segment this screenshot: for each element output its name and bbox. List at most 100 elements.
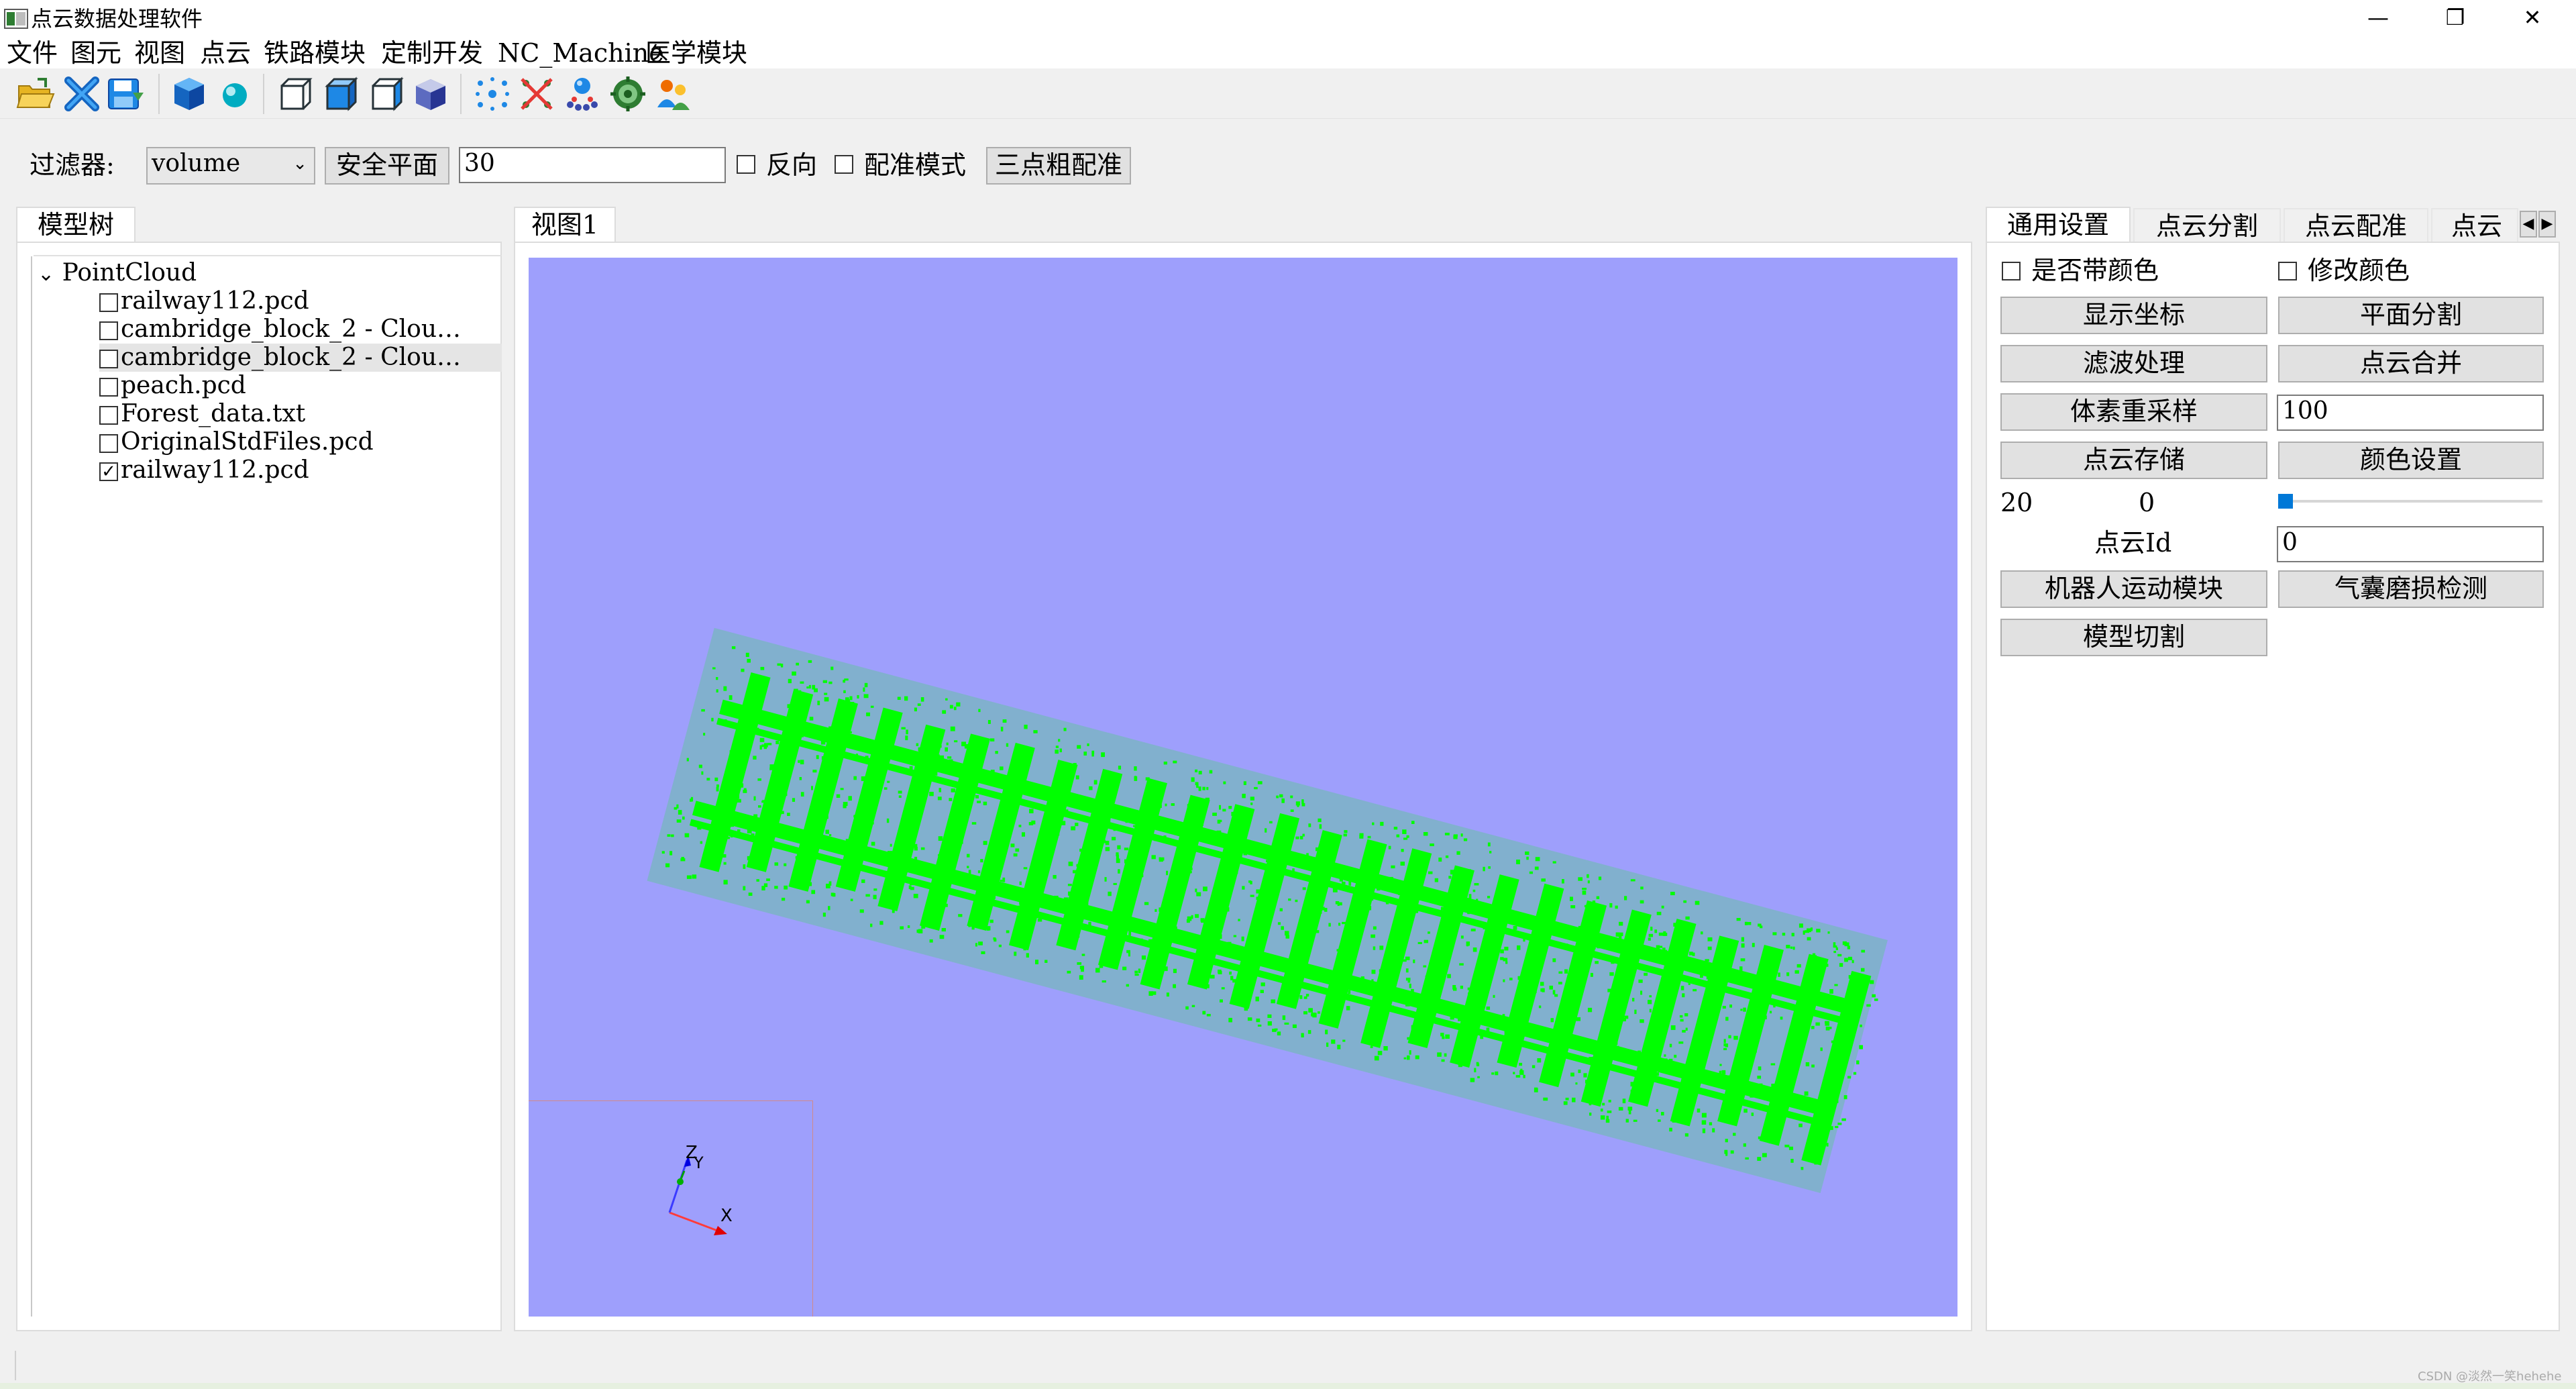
filter-label: 过滤器:	[30, 150, 115, 180]
voxel-resample-button[interactable]: 体素重采样	[2000, 393, 2267, 431]
tree-item[interactable]: peach.pcd	[99, 372, 246, 400]
view-panel: Z Y X	[514, 242, 1972, 1331]
tree-item-label: Forest_data.txt	[121, 400, 306, 427]
cloud-id-input[interactable]: 0	[2277, 526, 2544, 562]
voxel-size-input[interactable]: 100	[2277, 395, 2544, 431]
tab-scroll-left-icon[interactable]: ◀	[2520, 211, 2537, 238]
filter-value-input[interactable]: 30	[459, 147, 726, 183]
axis-x-label: X	[720, 1206, 733, 1226]
has-color-label: 是否带颜色	[2031, 256, 2159, 285]
restore-button[interactable]: ❐	[2418, 0, 2492, 38]
tree-item-checkbox[interactable]	[99, 434, 118, 453]
merge-clouds-button[interactable]: 点云合并	[2278, 345, 2544, 382]
tree-item-checkbox[interactable]	[99, 350, 118, 368]
tree-item[interactable]: railway112.pcd	[99, 287, 309, 315]
status-bar: CSDN @淡然一笑hehehe	[0, 1345, 2576, 1389]
close-window-button[interactable]: ✕	[2496, 0, 2569, 38]
menu-primitive[interactable]: 图元	[70, 38, 121, 68]
tree-item[interactable]: OriginalStdFiles.pcd	[99, 428, 374, 456]
modify-color-label: 修改颜色	[2308, 256, 2410, 285]
slider-value-label: 0	[2139, 488, 2155, 517]
has-color-checkbox[interactable]	[2002, 262, 2021, 280]
show-axes-button[interactable]: 显示坐标	[2000, 297, 2267, 334]
menu-nc-machine[interactable]: NC_Machine	[498, 38, 664, 68]
robot-motion-button[interactable]: 机器人运动模块	[2000, 570, 2267, 608]
shaded-cube-icon[interactable]	[411, 74, 451, 114]
sphere-icon[interactable]	[215, 74, 255, 114]
tree-item-checkbox[interactable]	[99, 321, 118, 340]
tab-model-tree[interactable]: 模型树	[16, 207, 136, 243]
chevron-down-icon: ⌄	[292, 154, 307, 174]
minimize-button[interactable]: —	[2341, 0, 2415, 38]
tree-item-checkbox[interactable]	[99, 378, 118, 397]
tree-item[interactable]: ✓ railway112.pcd	[99, 456, 309, 484]
gear-globe-icon[interactable]	[608, 74, 648, 114]
filter-select[interactable]: volume ⌄	[146, 147, 315, 185]
slider-max-label: 20	[2000, 488, 2033, 517]
filter-process-button[interactable]: 滤波处理	[2000, 345, 2267, 382]
open-folder-icon[interactable]	[15, 74, 55, 114]
modify-color-checkbox[interactable]	[2278, 262, 2297, 280]
airbag-wear-button[interactable]: 气囊磨损检测	[2278, 570, 2544, 608]
reverse-checkbox[interactable]	[737, 155, 755, 174]
tab-scroll-right-icon[interactable]: ▶	[2538, 211, 2556, 238]
solid-cube-icon[interactable]	[321, 74, 361, 114]
tab-cloud-segmentation[interactable]: 点云分割	[2133, 208, 2281, 243]
axis-y-label: Y	[694, 1153, 704, 1172]
toolbar-separator	[460, 74, 462, 114]
tab-general-settings[interactable]: 通用设置	[1986, 207, 2131, 243]
status-strip	[0, 1383, 2576, 1389]
model-tree-panel: ⌄ PointCloud railway112.pcd cambridge_blo…	[16, 242, 502, 1331]
tree-item-label: railway112.pcd	[121, 287, 309, 315]
chevron-down-icon[interactable]: ⌄	[38, 262, 54, 286]
window-title: 点云数据处理软件	[31, 6, 203, 32]
wire-cube-icon[interactable]	[275, 74, 315, 114]
close-x-icon[interactable]	[62, 74, 102, 114]
tree-item-checkbox[interactable]	[99, 406, 118, 425]
molecule-icon[interactable]	[562, 74, 602, 114]
status-grip	[15, 1351, 16, 1380]
axes-gizmo	[668, 1155, 727, 1235]
tab-cloud-more[interactable]: 点云	[2431, 208, 2518, 243]
cube-side-icon[interactable]	[366, 74, 407, 114]
menu-view[interactable]: 视图	[134, 38, 185, 68]
color-settings-button[interactable]: 颜色设置	[2278, 442, 2544, 479]
plane-segment-button[interactable]: 平面分割	[2278, 297, 2544, 334]
cloud-id-label: 点云Id	[2094, 528, 2172, 558]
3d-viewport[interactable]: Z Y X	[529, 258, 1957, 1317]
menu-custom-dev[interactable]: 定制开发	[381, 38, 483, 68]
save-icon[interactable]	[105, 74, 145, 114]
menu-point-cloud[interactable]: 点云	[200, 38, 251, 68]
tree-item[interactable]: Forest_data.txt	[99, 400, 305, 428]
menu-railway[interactable]: 铁路模块	[264, 38, 366, 68]
title-bar: 点云数据处理软件 — ❐ ✕	[0, 0, 2576, 38]
app-icon	[4, 9, 28, 29]
menu-bar: 文件 图元 视图 点云 铁路模块 定制开发 NC_Machine 医学模块	[0, 38, 2576, 68]
tab-view1[interactable]: 视图1	[514, 207, 616, 243]
reverse-label: 反向	[766, 150, 818, 180]
tree-item[interactable]: cambridge_block_2 - Clou…	[99, 315, 461, 344]
axes-inset: Z Y X	[529, 1100, 813, 1317]
tree-item[interactable]: cambridge_block_2 - Clou…	[99, 344, 502, 372]
model-cut-button[interactable]: 模型切割	[2000, 619, 2267, 656]
tree-item-label: cambridge_block_2 - Clou…	[121, 315, 462, 343]
tab-cloud-registration[interactable]: 点云配准	[2284, 208, 2428, 243]
safe-plane-button[interactable]: 安全平面	[325, 147, 449, 185]
points-scatter-icon[interactable]	[472, 74, 513, 114]
tree-scroll-line	[31, 256, 32, 1317]
tree-root[interactable]: ⌄ PointCloud	[38, 259, 197, 287]
tree-item-checkbox[interactable]	[99, 293, 118, 312]
save-cloud-button[interactable]: 点云存储	[2000, 442, 2267, 479]
menu-file[interactable]: 文件	[7, 38, 58, 68]
menu-medical[interactable]: 医学模块	[645, 38, 747, 68]
register-mode-checkbox[interactable]	[835, 155, 853, 174]
tree-item-checkbox[interactable]: ✓	[99, 462, 118, 481]
tree-root-label: PointCloud	[62, 259, 197, 287]
point-size-slider-track[interactable]	[2278, 500, 2542, 503]
toolbar	[0, 68, 2576, 119]
blue-cube-icon[interactable]	[169, 74, 209, 114]
three-point-registration-button[interactable]: 三点粗配准	[986, 147, 1131, 185]
point-size-slider-handle[interactable]	[2278, 494, 2293, 509]
clear-points-icon[interactable]	[517, 74, 557, 114]
people-icon[interactable]	[652, 74, 692, 114]
